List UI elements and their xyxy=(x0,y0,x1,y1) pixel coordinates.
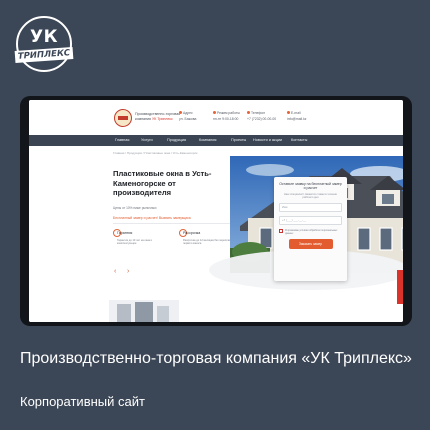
phone-icon xyxy=(247,111,250,114)
caption-subtitle: Корпоративный сайт xyxy=(20,394,145,409)
nav-item-services[interactable]: Услуги xyxy=(141,135,153,146)
breadcrumb[interactable]: Главная / Продукция / Пластиковые окна /… xyxy=(113,151,197,155)
logo-text-sub: ТРИПЛЕКС xyxy=(14,46,74,64)
contact-hours: Режим работы пн-пт 9:00-18:00 xyxy=(213,111,240,121)
nav-item-home[interactable]: Главная xyxy=(115,135,129,146)
hero-cta-link[interactable]: Бесплатный замер и расчет! Вызвать замер… xyxy=(113,216,191,220)
mail-icon xyxy=(287,111,290,114)
nav-item-news[interactable]: Новости и акции xyxy=(253,135,282,146)
form-note: Наш специалист свяжется с вами в течение… xyxy=(283,192,338,199)
slider-next-icon[interactable]: › xyxy=(127,268,129,275)
phone-input[interactable]: +7 (___) ___-__-__ xyxy=(279,216,342,225)
consent-checkbox[interactable] xyxy=(279,229,283,233)
contact-phone[interactable]: Телефон +7 (7232) 00-00-00 xyxy=(247,111,276,122)
tablet-mockup: Производственно-торговая компания УК Три… xyxy=(20,96,412,326)
site-header: Производственно-торговая компания УК Три… xyxy=(29,100,403,135)
nav-item-products[interactable]: Продукция xyxy=(167,135,186,146)
submit-button[interactable]: Заказать замер xyxy=(288,239,333,249)
website-screen: Производственно-торговая компания УК Три… xyxy=(29,100,403,322)
callback-form: Оставьте заявку на бесплатный замер и ра… xyxy=(274,177,347,281)
divider xyxy=(113,223,233,224)
pin-icon xyxy=(179,111,182,114)
contact-address: Адрес ул. Бажова xyxy=(179,111,197,121)
consent-row: Я принимаю условия обработки персональны… xyxy=(279,229,342,235)
slider-prev-icon[interactable]: ‹ xyxy=(114,268,116,275)
consent-text: Я принимаю условия обработки персональны… xyxy=(285,229,338,235)
caption-title: Производственно-торговая компания «УК Тр… xyxy=(20,350,412,367)
hero-subtitle: Цены от 10% ниже рыночных xyxy=(113,206,157,210)
window-frames-image xyxy=(109,300,179,322)
contact-email[interactable]: E-mail info@mail.kz xyxy=(287,111,306,122)
site-nav: Главная Услуги Продукция Компания Проект… xyxy=(29,135,403,146)
site-company-name: Производственно-торговая компания УК Три… xyxy=(135,112,181,121)
site-logo-icon[interactable] xyxy=(114,109,132,127)
logo-text-main: УК xyxy=(29,27,58,47)
nav-item-company[interactable]: Компания xyxy=(199,135,216,146)
clock-icon xyxy=(213,111,216,114)
hero-title: Пластиковые окна в Усть-Каменогорске от … xyxy=(113,169,212,197)
brand-logo-badge: УК ТРИПЛЕКС xyxy=(14,16,74,72)
nav-item-contacts[interactable]: Контакты xyxy=(291,135,307,146)
name-input[interactable]: Имя xyxy=(279,203,342,212)
nav-item-projects[interactable]: Проекты xyxy=(231,135,246,146)
callback-side-tab[interactable] xyxy=(397,270,403,304)
form-title: Оставьте заявку на бесплатный замер и ра… xyxy=(279,182,342,191)
